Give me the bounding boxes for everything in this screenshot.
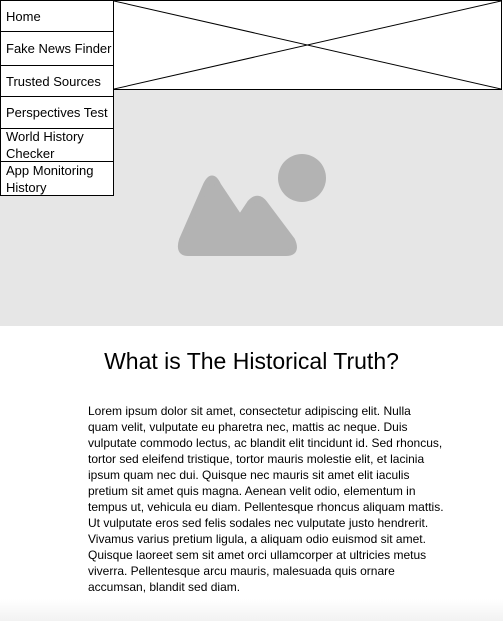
banner-image-placeholder xyxy=(113,0,502,90)
nav-item-label: App Monitoring History xyxy=(6,162,94,195)
nav-menu: Home Fake News Finder Trusted Sources Pe… xyxy=(0,0,114,196)
nav-item-label: Trusted Sources xyxy=(6,73,101,89)
nav-item-label: World History Checker xyxy=(6,129,84,161)
bottom-fade xyxy=(0,599,503,621)
nav-item-fake-news-finder[interactable]: Fake News Finder xyxy=(0,31,114,66)
nav-item-trusted-sources[interactable]: Trusted Sources xyxy=(0,65,114,97)
nav-item-perspectives-test[interactable]: Perspectives Test xyxy=(0,96,114,129)
nav-item-label: Home xyxy=(6,8,41,24)
nav-item-home[interactable]: Home xyxy=(0,0,114,32)
mountain-shape xyxy=(177,175,297,256)
image-placeholder-x-icon xyxy=(114,1,501,89)
sun-shape xyxy=(278,154,326,202)
nav-item-app-monitoring-history[interactable]: App Monitoring History xyxy=(0,161,114,196)
body-paragraph: Lorem ipsum dolor sit amet, consectetur … xyxy=(88,404,444,594)
nav-item-world-history-checker[interactable]: World History Checker xyxy=(0,128,114,162)
nav-item-label: Perspectives Test xyxy=(6,105,108,120)
page-title: What is The Historical Truth? xyxy=(104,348,399,374)
nav-item-label: Fake News Finder xyxy=(6,41,112,56)
